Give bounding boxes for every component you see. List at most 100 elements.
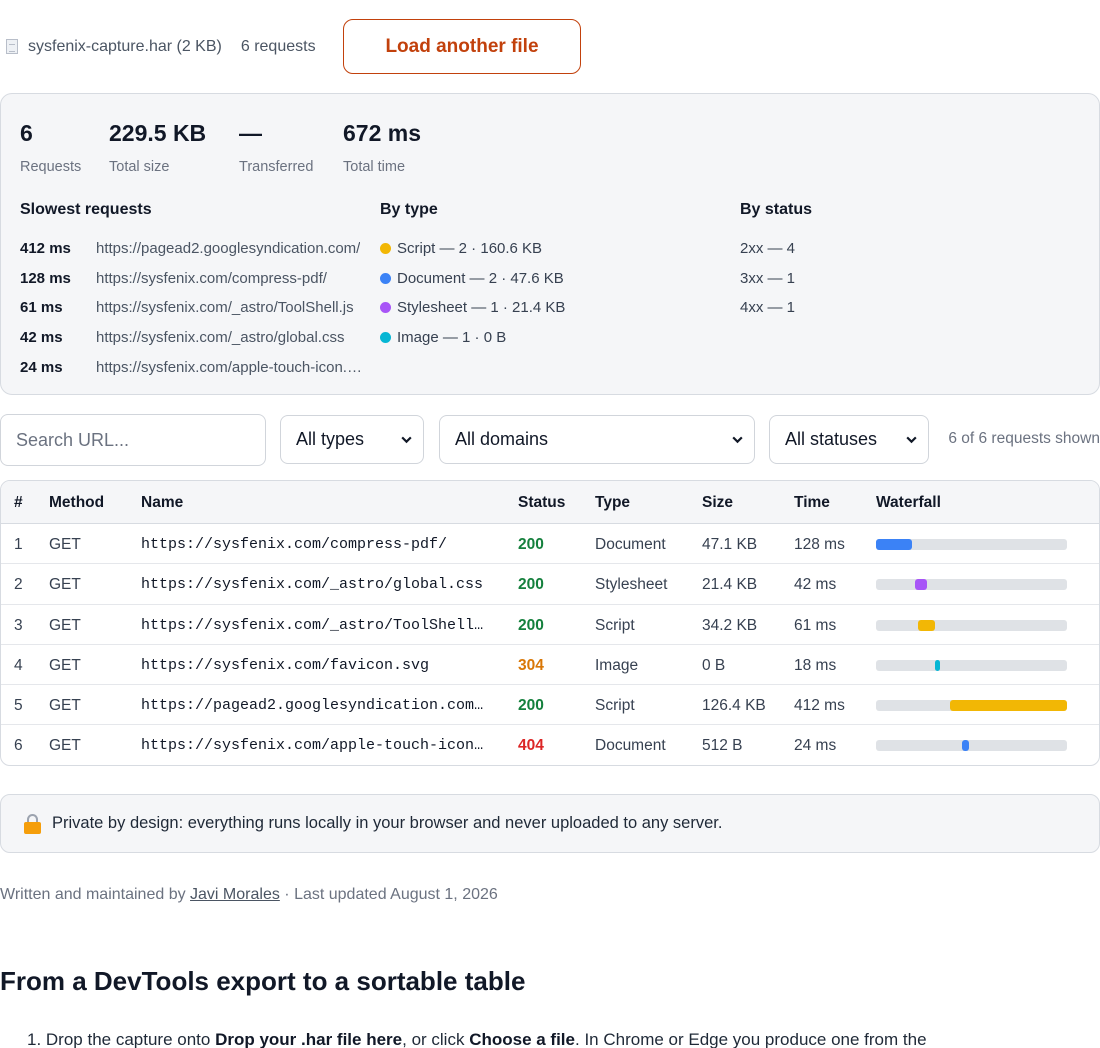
- stat-label: Requests: [20, 159, 82, 175]
- status-item: 2xx — 4: [740, 240, 796, 258]
- slow-request-item: 42 ms https://sysfenix.com/_astro/global…: [20, 323, 365, 353]
- slow-request-item: 61 ms https://sysfenix.com/_astro/ToolSh…: [20, 293, 365, 323]
- cell-type: Document: [595, 536, 666, 553]
- cell-size: 512 B: [702, 737, 743, 755]
- summary-panel: 6 Requests 229.5 KB Total size — Transfe…: [0, 93, 1100, 395]
- cell-method: GET: [49, 656, 81, 674]
- slow-request-url: https://sysfenix.com/compress-pdf/: [96, 269, 327, 287]
- load-another-file-button[interactable]: Load another file: [343, 19, 581, 74]
- file-icon: [6, 39, 18, 54]
- column-header-time[interactable]: Time: [794, 494, 830, 512]
- column-header-method[interactable]: Method: [49, 494, 104, 512]
- stat-value: 672 ms: [343, 120, 422, 146]
- table-row[interactable]: 2 GET https://sysfenix.com/_astro/global.c…: [1, 564, 1099, 605]
- type-filter-value: All types: [296, 429, 365, 449]
- type-item: Document — 2 · 47.6 KB: [380, 264, 710, 294]
- column-header-name[interactable]: Name: [141, 494, 183, 512]
- section-title: From a DevTools export to a sortable tab…: [0, 966, 526, 996]
- slow-request-time: 412 ms: [20, 240, 71, 258]
- by-status-title: By status: [740, 201, 813, 218]
- cell-size: 0 B: [702, 656, 726, 674]
- column-header-type[interactable]: Type: [595, 494, 630, 512]
- type-filter-select[interactable]: All types: [280, 415, 424, 464]
- slow-request-time: 128 ms: [20, 269, 71, 287]
- cell-number: 2: [14, 576, 23, 594]
- byline-prefix: Written and maintained by: [0, 886, 191, 903]
- table-row[interactable]: 4 GET https://sysfenix.com/favicon.svg 304 I…: [1, 645, 1099, 686]
- stat-requests: 6 Requests: [20, 120, 81, 175]
- filter-bar: All types All domains All statuses 6 of …: [0, 414, 1100, 466]
- table-row[interactable]: 1 GET https://sysfenix.com/compress-pdf/20…: [1, 524, 1099, 565]
- cell-number: 1: [14, 536, 23, 553]
- file-name: sysfenix-capture.har (2 KB): [28, 37, 222, 55]
- cell-name: https://sysfenix.com/apple-touch-icon-pr…: [141, 737, 491, 755]
- author-link[interactable]: Javi Morales: [190, 886, 280, 903]
- slow-request-time: 42 ms: [20, 329, 63, 347]
- table-body: 1 GET https://sysfenix.com/compress-pdf/20…: [1, 524, 1099, 765]
- table-row[interactable]: 6 GET https://sysfenix.com/apple-touch-ico…: [1, 725, 1099, 765]
- type-label: Image — 1 · 0 B: [397, 329, 507, 347]
- slow-request-url: https://pagead2.googlesyndication.com/: [96, 240, 361, 258]
- column-header-status[interactable]: Status: [518, 494, 565, 512]
- table-row[interactable]: 3 GET https://sysfenix.com/_astro/ToolShel…: [1, 605, 1099, 645]
- waterfall-track: [876, 539, 1067, 550]
- cell-type: Stylesheet: [595, 576, 668, 594]
- waterfall-bar: [918, 619, 936, 631]
- type-color-dot-icon: [380, 332, 391, 344]
- cell-name: https://sysfenix.com/favicon.svg: [141, 656, 430, 674]
- cell-status: 404: [518, 737, 544, 755]
- table-row[interactable]: 5 GET https://pagead2.googlesyndication.co…: [1, 685, 1099, 726]
- last-updated: · Last updated August 1, 2026: [279, 886, 498, 903]
- type-color-dot-icon: [380, 243, 391, 255]
- requests-shown-count: 6 of 6 requests shown: [948, 430, 1100, 447]
- slow-request-item: 412 ms https://pagead2.googlesyndication…: [20, 234, 365, 264]
- cell-method: GET: [49, 697, 81, 715]
- cell-time: 128 ms: [794, 536, 845, 553]
- cell-number: 4: [14, 656, 23, 674]
- stat-total-size: 229.5 KB Total size: [109, 120, 206, 175]
- slow-request-time: 24 ms: [20, 358, 63, 376]
- cell-time: 18 ms: [794, 656, 837, 674]
- status-filter-value: All statuses: [785, 429, 878, 449]
- column-header-size[interactable]: Size: [702, 494, 733, 512]
- column-header-number[interactable]: #: [14, 494, 23, 512]
- cell-status: 200: [518, 536, 544, 553]
- cell-status: 200: [518, 616, 544, 634]
- slowest-requests-list: 412 ms https://pagead2.googlesyndication…: [20, 234, 365, 382]
- cell-method: GET: [49, 576, 81, 594]
- waterfall-bar: [949, 700, 1067, 712]
- privacy-text: Private by design: everything runs local…: [52, 814, 723, 832]
- cell-size: 126.4 KB: [702, 697, 766, 715]
- cell-method: GET: [49, 536, 81, 553]
- waterfall-bar: [876, 539, 913, 550]
- chevron-down-icon: [906, 436, 917, 444]
- status-item: 4xx — 1: [740, 299, 796, 317]
- stat-label: Total time: [343, 159, 406, 175]
- stat-total-time: 672 ms Total time: [343, 120, 421, 175]
- cell-name: https://pagead2.googlesyndication.com/pa…: [141, 697, 491, 715]
- slow-request-url: https://sysfenix.com/_astro/global.css: [96, 329, 345, 347]
- search-url-input[interactable]: [0, 414, 266, 466]
- cell-number: 6: [14, 737, 23, 755]
- column-header-waterfall[interactable]: Waterfall: [876, 494, 941, 512]
- cell-method: GET: [49, 616, 81, 634]
- waterfall-bar: [915, 579, 928, 591]
- waterfall-bar: [935, 659, 941, 671]
- waterfall-bar: [961, 740, 969, 752]
- privacy-notice: Private by design: everything runs local…: [0, 794, 1100, 853]
- file-bar: sysfenix-capture.har (2 KB) 6 requests L…: [0, 19, 1100, 74]
- cell-status: 200: [518, 697, 544, 715]
- status-filter-select[interactable]: All statuses: [769, 415, 929, 464]
- cell-time: 412 ms: [794, 697, 845, 715]
- cell-name: https://sysfenix.com/_astro/global.css: [141, 576, 484, 594]
- waterfall-track: [876, 619, 1067, 631]
- stat-transferred: — Transferred: [239, 120, 313, 175]
- domain-filter-select[interactable]: All domains: [439, 415, 755, 464]
- cell-type: Script: [595, 697, 635, 715]
- step-text: . In Chrome or Edge you produce one from…: [575, 1030, 927, 1048]
- waterfall-track: [876, 700, 1067, 712]
- by-type-title: By type: [380, 201, 438, 218]
- cell-time: 24 ms: [794, 737, 837, 755]
- cell-type: Document: [595, 737, 666, 755]
- cell-size: 34.2 KB: [702, 616, 758, 634]
